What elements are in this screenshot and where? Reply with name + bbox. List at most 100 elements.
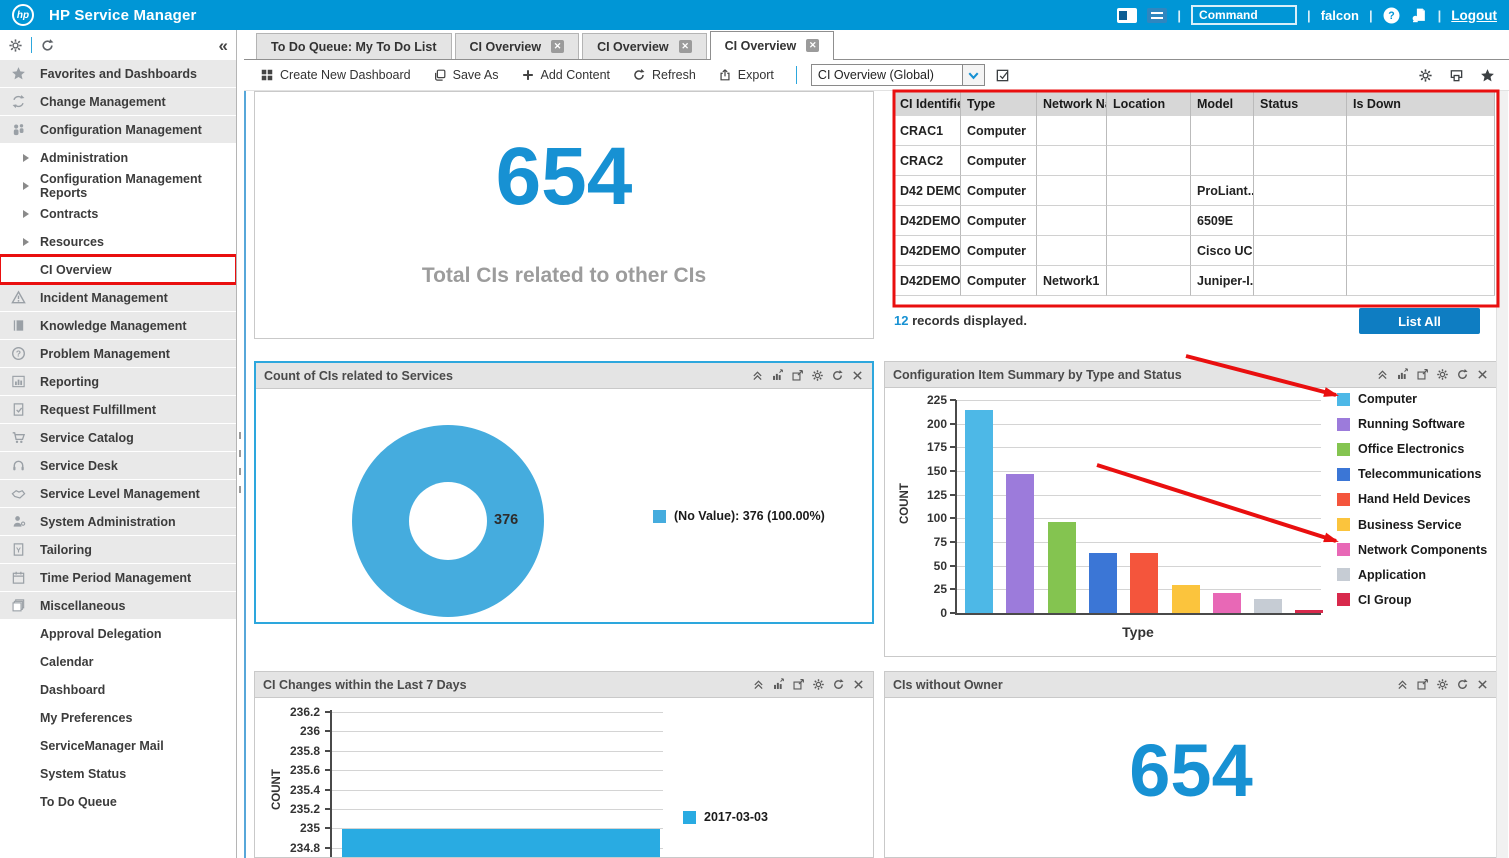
dashboard-select-value[interactable]: CI Overview (Global) (811, 64, 963, 86)
panel-close-button[interactable] (1476, 678, 1489, 691)
command-input[interactable] (1191, 5, 1297, 25)
panel-chartcfg-button[interactable] (771, 369, 784, 382)
sidebar-item-service-catalog[interactable]: Service Catalog (0, 424, 236, 451)
expand-arrow-icon[interactable] (23, 154, 29, 162)
notifications-button[interactable] (1410, 7, 1428, 24)
sidebar-item-request-fulfillment[interactable]: Request Fulfillment (0, 396, 236, 423)
sidebar-item-configuration-management-reports[interactable]: Configuration Management Reports (0, 172, 236, 199)
column-header-ci-identifier[interactable]: CI Identifier (894, 92, 961, 116)
sidebar-item-system-status[interactable]: System Status (0, 760, 236, 787)
close-tab-icon[interactable]: ✕ (679, 40, 692, 53)
sidebar-item-incident-management[interactable]: Incident Management (0, 284, 236, 311)
panel-chartcfg-button[interactable] (772, 678, 785, 691)
panel-gear-button[interactable] (812, 678, 825, 691)
sidebar-item-time-period-management[interactable]: Time Period Management (0, 564, 236, 591)
sidebar-item-dashboard[interactable]: Dashboard (0, 676, 236, 703)
refresh-button[interactable]: Refresh (632, 68, 696, 82)
panel-collapse-button[interactable] (751, 369, 764, 382)
table-row[interactable]: CRAC2Computer (894, 146, 1496, 176)
sidebar-item-to-do-queue[interactable]: To Do Queue (0, 788, 236, 815)
collapse-sidebar-button[interactable]: « (219, 37, 228, 54)
save-as-button[interactable]: Save As (433, 68, 499, 82)
sidebar-item-favorites-and-dashboards[interactable]: Favorites and Dashboards (0, 60, 236, 87)
table-row[interactable]: D42 DEMO ...ComputerProLiant... (894, 176, 1496, 206)
expand-arrow-icon[interactable] (23, 182, 29, 190)
dashboard-select[interactable]: CI Overview (Global) (811, 64, 1014, 86)
apply-dashboard-button[interactable] (992, 64, 1014, 86)
scrollbar-track[interactable] (1496, 91, 1508, 858)
bar-network-components (1213, 593, 1241, 613)
close-tab-icon[interactable]: ✕ (806, 39, 819, 52)
table-row[interactable]: D42DEMOD...ComputerCisco UC... (894, 236, 1496, 266)
tab-ci-overview[interactable]: CI Overview✕ (455, 33, 580, 59)
table-row[interactable]: CRAC1Computer (894, 116, 1496, 146)
column-header-network-name[interactable]: Network Name (1037, 92, 1107, 116)
sidebar-item-calendar[interactable]: Calendar (0, 648, 236, 675)
print-button[interactable] (1449, 68, 1464, 83)
panel-collapse-button[interactable] (1396, 678, 1409, 691)
y-tick-label: 236 (278, 724, 320, 738)
panel-popout-button[interactable] (1416, 368, 1429, 381)
sidebar-item-servicemanager-mail[interactable]: ServiceManager Mail (0, 732, 236, 759)
export-button[interactable]: Export (718, 68, 774, 82)
panel-refresh-button[interactable] (832, 678, 845, 691)
expand-arrow-icon[interactable] (23, 210, 29, 218)
column-header-is-down[interactable]: Is Down (1347, 92, 1495, 116)
sidebar-item-tailoring[interactable]: YTailoring (0, 536, 236, 563)
panel-close-button[interactable] (851, 369, 864, 382)
sidebar-item-knowledge-management[interactable]: Knowledge Management (0, 312, 236, 339)
layout-toggle-icon[interactable] (1117, 8, 1137, 23)
panel-refresh-button[interactable] (831, 369, 844, 382)
column-header-model[interactable]: Model (1191, 92, 1254, 116)
panel-collapse-button[interactable] (1376, 368, 1389, 381)
sidebar-item-reporting[interactable]: Reporting (0, 368, 236, 395)
sidebar-item-problem-management[interactable]: ?Problem Management (0, 340, 236, 367)
sidebar-item-my-preferences[interactable]: My Preferences (0, 704, 236, 731)
panel-gear-button[interactable] (1436, 368, 1449, 381)
refresh-sidebar-button[interactable] (40, 38, 55, 53)
tab-ci-overview[interactable]: CI Overview✕ (582, 33, 707, 59)
chevron-down-icon[interactable] (963, 64, 985, 86)
column-header-location[interactable]: Location (1107, 92, 1191, 116)
tab-ci-overview-active[interactable]: CI Overview✕ (710, 31, 835, 60)
sidebar-item-miscellaneous[interactable]: Miscellaneous (0, 592, 236, 619)
sidebar-item-approval-delegation[interactable]: Approval Delegation (0, 620, 236, 647)
panel-popout-button[interactable] (792, 678, 805, 691)
panel-chartcfg-button[interactable] (1396, 368, 1409, 381)
create-new-dashboard-button[interactable]: Create New Dashboard (260, 68, 411, 82)
table-row[interactable]: D42DEMOD...Computer6509E (894, 206, 1496, 236)
expand-arrow-icon[interactable] (23, 238, 29, 246)
panel-gear-button[interactable] (811, 369, 824, 382)
sidebar-item-configuration-management[interactable]: Configuration Management (0, 116, 236, 143)
sidebar-item-system-administration[interactable]: System Administration (0, 508, 236, 535)
sidebar-item-contracts[interactable]: Contracts (0, 200, 236, 227)
sidebar-splitter[interactable] (237, 30, 244, 858)
panel-gear-button[interactable] (1436, 678, 1449, 691)
column-header-type[interactable]: Type (961, 92, 1037, 116)
sidebar-item-service-level-management[interactable]: Service Level Management (0, 480, 236, 507)
tab-to-do-queue-my-to-do-list[interactable]: To Do Queue: My To Do List (256, 33, 452, 59)
sidebar-item-change-management[interactable]: Change Management (0, 88, 236, 115)
panel-close-button[interactable] (852, 678, 865, 691)
settings-button[interactable] (8, 38, 23, 53)
panel-refresh-button[interactable] (1456, 368, 1469, 381)
close-tab-icon[interactable]: ✕ (551, 40, 564, 53)
gear-button[interactable] (1418, 68, 1433, 83)
add-content-button[interactable]: Add Content (521, 68, 611, 82)
table-row[interactable]: D42DEMOD...ComputerNetwork1Juniper-I... (894, 266, 1496, 296)
help-button[interactable]: ? (1383, 7, 1400, 24)
logout-link[interactable]: Logout (1451, 8, 1497, 23)
panel-close-button[interactable] (1476, 368, 1489, 381)
list-view-toggle-icon[interactable] (1147, 8, 1167, 23)
panel-popout-button[interactable] (791, 369, 804, 382)
star-button[interactable] (1480, 68, 1495, 83)
panel-refresh-button[interactable] (1456, 678, 1469, 691)
column-header-status[interactable]: Status (1254, 92, 1347, 116)
panel-popout-button[interactable] (1416, 678, 1429, 691)
sidebar-item-service-desk[interactable]: Service Desk (0, 452, 236, 479)
sidebar-item-resources[interactable]: Resources (0, 228, 236, 255)
sidebar-item-administration[interactable]: Administration (0, 144, 236, 171)
list-all-button[interactable]: List All (1359, 308, 1480, 334)
panel-collapse-button[interactable] (752, 678, 765, 691)
sidebar-item-ci-overview[interactable]: CI Overview (0, 256, 236, 283)
